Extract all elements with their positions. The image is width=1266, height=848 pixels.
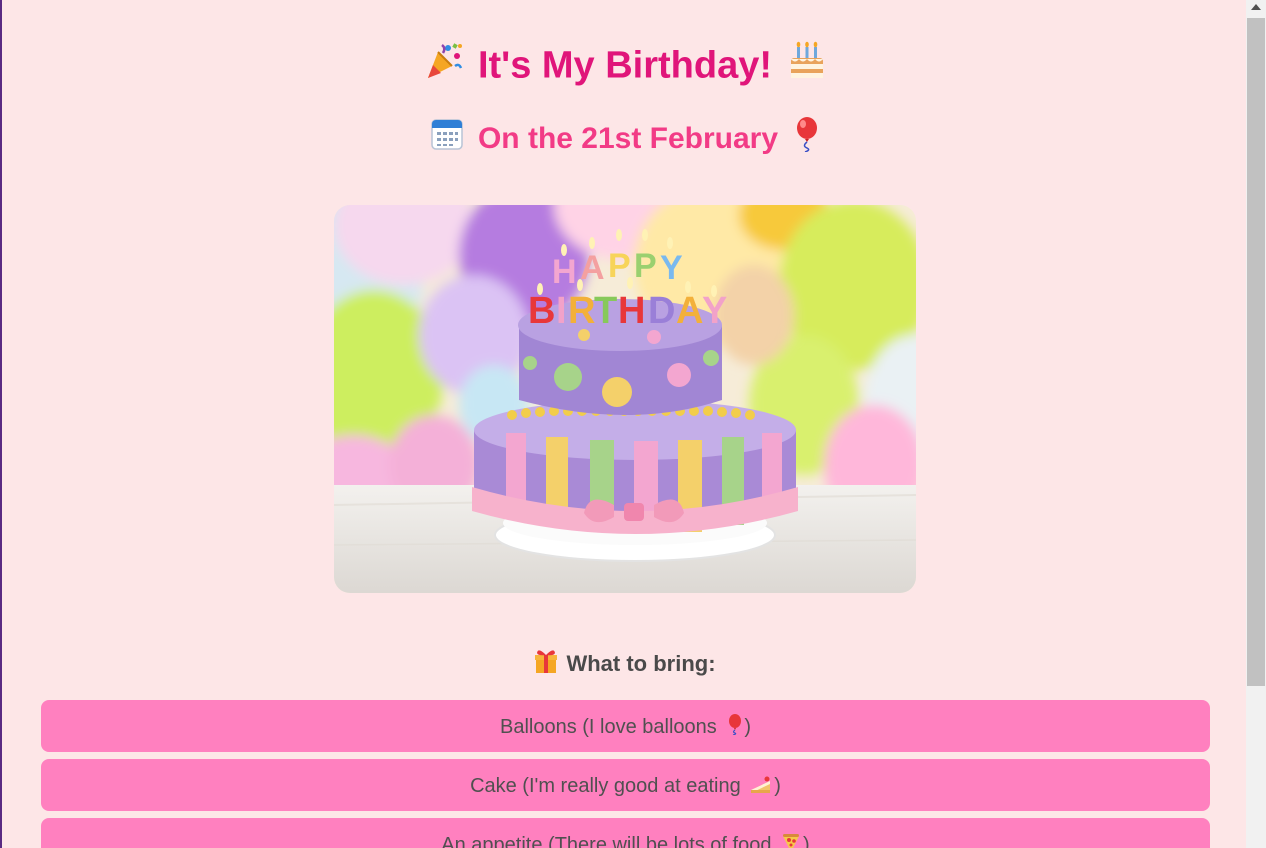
svg-text:B: B — [528, 290, 555, 332]
cake-slice-icon — [750, 761, 772, 815]
svg-text:A: A — [580, 249, 605, 287]
list-item: Balloons (I love balloons ) — [41, 700, 1210, 752]
svg-text:Y: Y — [660, 249, 683, 287]
title-text: It's My Birthday! — [477, 44, 773, 87]
birthday-page: It's My Birthday! On the 21st February H… — [0, 0, 1246, 848]
balloon-icon — [726, 702, 742, 756]
list-item-text: Balloons (I love balloons — [499, 716, 717, 738]
list-item: An appetite (There will be lots of food … — [41, 818, 1210, 848]
svg-text:I: I — [556, 290, 567, 332]
page-title: It's My Birthday! — [2, 40, 1246, 95]
date-text: On the 21st February — [477, 121, 779, 155]
svg-text:D: D — [648, 290, 675, 332]
what-to-bring-text: What to bring: — [566, 651, 716, 676]
svg-text:A: A — [676, 290, 703, 332]
gift-icon — [534, 648, 558, 682]
calendar-icon — [430, 117, 464, 163]
list-item: Cake (I'm really good at eating ) — [41, 759, 1210, 811]
svg-text:R: R — [568, 290, 595, 332]
pizza-icon — [781, 820, 801, 848]
event-date-heading: On the 21st February — [2, 116, 1246, 164]
list-item-text: An appetite (There will be lots of food — [441, 834, 772, 848]
balloon-icon — [792, 116, 820, 164]
scrollbar-thumb[interactable] — [1247, 18, 1265, 686]
list-item-close: ) — [744, 716, 752, 738]
birthday-cake-image: H A P P Y B I R T H D A Y — [334, 205, 916, 593]
birthday-cake-icon — [786, 40, 828, 95]
vertical-scrollbar[interactable] — [1246, 0, 1266, 848]
list-item-close: ) — [774, 775, 781, 797]
svg-text:H: H — [618, 290, 645, 332]
what-to-bring-heading: What to bring: — [2, 648, 1246, 682]
list-item-close: ) — [803, 834, 810, 848]
svg-text:P: P — [634, 247, 657, 285]
svg-text:H: H — [552, 253, 577, 291]
scroll-up-arrow-icon[interactable] — [1251, 4, 1261, 10]
list-item-text: Cake (I'm really good at eating — [470, 775, 741, 797]
svg-text:T: T — [594, 290, 617, 332]
bring-list: Balloons (I love balloons ) Cake (I'm re… — [41, 700, 1210, 848]
party-popper-icon — [422, 40, 464, 95]
svg-text:P: P — [608, 247, 631, 285]
